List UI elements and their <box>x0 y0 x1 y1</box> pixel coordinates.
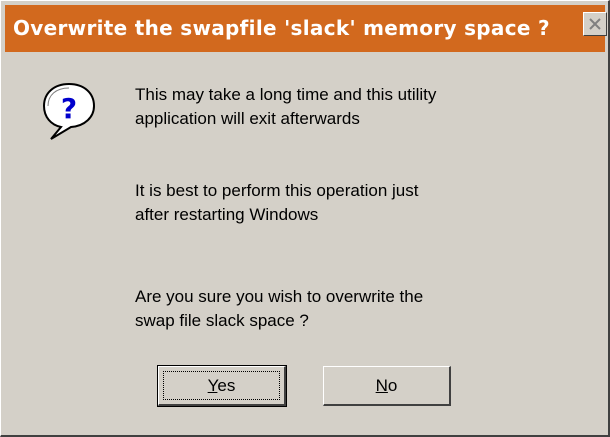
message-line: swap file slack space ? <box>135 311 309 330</box>
message-line: application will exit afterwards <box>135 109 360 128</box>
message-text-3: Are you sure you wish to overwrite the s… <box>135 285 423 333</box>
message-dialog: Overwrite the swapfile 'slack' memory sp… <box>0 0 610 437</box>
close-icon <box>589 18 601 30</box>
yes-mnemonic: Y <box>207 376 218 395</box>
message-line: It is best to perform this operation jus… <box>135 181 419 200</box>
no-mnemonic: N <box>375 376 388 395</box>
dialog-title: Overwrite the swapfile 'slack' memory sp… <box>13 16 550 40</box>
message-text-2: It is best to perform this operation jus… <box>135 179 418 227</box>
yes-button[interactable]: Yes <box>157 365 287 407</box>
close-button[interactable] <box>583 12 607 36</box>
message-line: This may take a long time and this utili… <box>135 85 437 104</box>
message-line: after restarting Windows <box>135 205 319 224</box>
svg-text:?: ? <box>61 92 77 125</box>
title-bar[interactable]: Overwrite the swapfile 'slack' memory sp… <box>5 5 607 52</box>
message-line: Are you sure you wish to overwrite the <box>135 287 424 306</box>
no-button[interactable]: No <box>323 366 451 406</box>
question-icon: ? <box>42 82 96 140</box>
yes-label-rest: es <box>217 376 236 395</box>
no-label-rest: o <box>387 376 398 395</box>
yes-button-label: Yes <box>208 376 236 395</box>
no-button-label: No <box>376 376 398 395</box>
message-text-1: This may take a long time and this utili… <box>135 83 436 131</box>
